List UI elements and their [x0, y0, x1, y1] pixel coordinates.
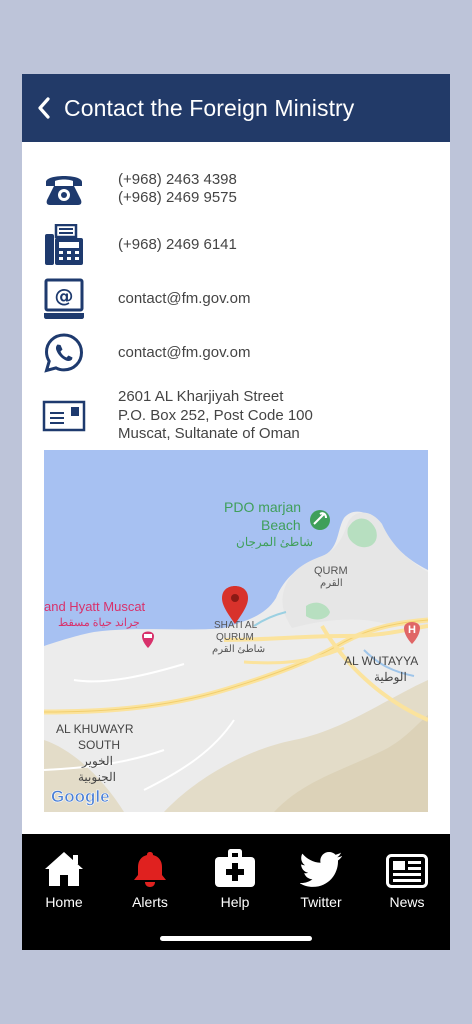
first-aid-icon — [215, 849, 255, 887]
map-label-khuwayr: AL KHUWAYR — [56, 722, 134, 736]
fax-row[interactable]: (+968) 2469 6141 — [42, 224, 237, 266]
envelope-icon — [42, 399, 86, 433]
map-label-pdo-ar: شاطئ المرجان — [236, 535, 313, 549]
beach-marker-icon — [310, 510, 330, 530]
address-line-1: 2601 AL Kharjiyah Street — [118, 388, 284, 405]
map-label-qurm-ar: القرم — [320, 578, 343, 589]
twitter-icon — [300, 852, 342, 887]
address-line-2: P.O. Box 252, Post Code 100 — [118, 406, 313, 424]
map-label-wutayyah: AL WUTAYYA — [344, 654, 418, 668]
fax-icon — [42, 224, 86, 266]
map-label-khuwayr-ar: الخوير — [81, 754, 113, 768]
telephone-icon — [42, 170, 86, 208]
phone-number-2[interactable]: (+968) 2469 9575 — [118, 189, 237, 208]
tab-twitter[interactable]: Twitter — [286, 848, 356, 910]
svg-text:@: @ — [55, 285, 74, 307]
email-row[interactable]: @ contact@fm.gov.om — [42, 278, 251, 320]
address-row[interactable]: 2601 AL Kharjiyah Street P.O. Box 252, P… — [42, 388, 313, 444]
map-label-qurum: QURUM — [216, 632, 254, 643]
address-line-3: Muscat, Sultanate of Oman — [118, 425, 300, 442]
bell-icon — [134, 852, 166, 887]
map-label-south: SOUTH — [78, 738, 120, 752]
map-label-hyatt-ar: جراند حياة مسقط — [58, 617, 140, 629]
map-label-shati-ar: شاطئ القرم — [212, 644, 265, 655]
tab-news[interactable]: News — [372, 848, 442, 910]
page-title: Contact the Foreign Ministry — [64, 94, 355, 121]
map-label-wutayyah-ar: الوطية — [374, 670, 407, 684]
bottom-tab-bar: Home Alerts Help Twitter News — [22, 834, 450, 950]
newspaper-icon — [386, 854, 428, 888]
header-bar: Contact the Foreign Ministry — [22, 74, 450, 142]
phone-number-1[interactable]: (+968) 2463 4398 — [118, 171, 237, 190]
app-screen: Contact the Foreign Ministry (+968) 2463… — [22, 74, 450, 950]
phone-row[interactable]: (+968) 2463 4398 (+968) 2469 9575 — [42, 170, 237, 208]
email-address[interactable]: contact@fm.gov.om — [118, 290, 251, 309]
fax-number[interactable]: (+968) 2469 6141 — [118, 236, 237, 255]
email-computer-icon: @ — [42, 278, 86, 320]
home-icon — [45, 852, 83, 886]
svg-text:H: H — [408, 624, 416, 636]
tab-help[interactable]: Help — [200, 848, 270, 910]
map-label-qurm: QURM — [314, 565, 348, 577]
map-label-pdo: PDO marjan — [224, 499, 301, 515]
tab-alerts[interactable]: Alerts — [115, 848, 185, 910]
google-logo: Google — [51, 787, 110, 806]
home-indicator[interactable] — [160, 936, 312, 941]
map-label-south-ar: الجنوبية — [78, 770, 116, 784]
whatsapp-icon — [42, 332, 86, 374]
tab-home[interactable]: Home — [29, 848, 99, 910]
chevron-left-icon — [38, 97, 50, 119]
map-label-beach: Beach — [261, 517, 301, 533]
whatsapp-contact[interactable]: contact@fm.gov.om — [118, 344, 251, 363]
map-label-hyatt: and Hyatt Muscat — [44, 599, 146, 614]
back-button[interactable] — [24, 74, 64, 142]
whatsapp-row[interactable]: contact@fm.gov.om — [42, 332, 251, 374]
location-map[interactable]: PDO marjan Beach شاطئ المرجان QURM القرم… — [44, 450, 428, 812]
